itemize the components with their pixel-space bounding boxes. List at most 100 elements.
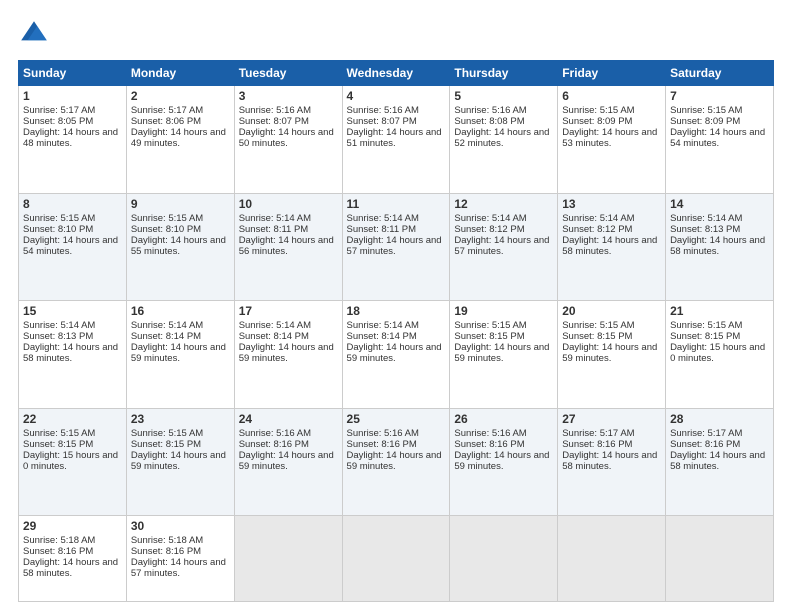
calendar-cell: 22 Sunrise: 5:15 AMSunset: 8:15 PMDayligh…: [19, 408, 127, 516]
day-number: 13: [562, 197, 661, 211]
day-info: Sunrise: 5:16 AMSunset: 8:08 PMDaylight:…: [454, 105, 549, 149]
calendar-cell: 15 Sunrise: 5:14 AMSunset: 8:13 PMDayligh…: [19, 301, 127, 409]
calendar-cell: 24 Sunrise: 5:16 AMSunset: 8:16 PMDayligh…: [234, 408, 342, 516]
day-number: 24: [239, 412, 338, 426]
calendar-cell: 7 Sunrise: 5:15 AMSunset: 8:09 PMDaylight…: [666, 86, 774, 194]
day-info: Sunrise: 5:15 AMSunset: 8:09 PMDaylight:…: [670, 105, 765, 149]
day-number: 3: [239, 89, 338, 103]
day-number: 1: [23, 89, 122, 103]
weekday-thursday: Thursday: [450, 61, 558, 86]
day-number: 29: [23, 519, 122, 533]
calendar-cell: 5 Sunrise: 5:16 AMSunset: 8:08 PMDaylight…: [450, 86, 558, 194]
calendar-cell: 4 Sunrise: 5:16 AMSunset: 8:07 PMDaylight…: [342, 86, 450, 194]
calendar-cell: [450, 516, 558, 602]
day-number: 7: [670, 89, 769, 103]
day-info: Sunrise: 5:15 AMSunset: 8:10 PMDaylight:…: [131, 213, 226, 257]
day-info: Sunrise: 5:17 AMSunset: 8:05 PMDaylight:…: [23, 105, 118, 149]
calendar-cell: [558, 516, 666, 602]
day-info: Sunrise: 5:14 AMSunset: 8:11 PMDaylight:…: [347, 213, 442, 257]
day-info: Sunrise: 5:14 AMSunset: 8:13 PMDaylight:…: [23, 320, 118, 364]
day-number: 5: [454, 89, 553, 103]
day-info: Sunrise: 5:14 AMSunset: 8:11 PMDaylight:…: [239, 213, 334, 257]
day-info: Sunrise: 5:17 AMSunset: 8:16 PMDaylight:…: [670, 428, 765, 472]
calendar-cell: 1 Sunrise: 5:17 AMSunset: 8:05 PMDaylight…: [19, 86, 127, 194]
day-number: 14: [670, 197, 769, 211]
calendar-cell: 11 Sunrise: 5:14 AMSunset: 8:11 PMDayligh…: [342, 193, 450, 301]
week-row-4: 22 Sunrise: 5:15 AMSunset: 8:15 PMDayligh…: [19, 408, 774, 516]
day-info: Sunrise: 5:15 AMSunset: 8:15 PMDaylight:…: [562, 320, 657, 364]
day-info: Sunrise: 5:14 AMSunset: 8:12 PMDaylight:…: [454, 213, 549, 257]
calendar-cell: 14 Sunrise: 5:14 AMSunset: 8:13 PMDayligh…: [666, 193, 774, 301]
day-info: Sunrise: 5:15 AMSunset: 8:15 PMDaylight:…: [131, 428, 226, 472]
day-number: 20: [562, 304, 661, 318]
calendar-cell: 20 Sunrise: 5:15 AMSunset: 8:15 PMDayligh…: [558, 301, 666, 409]
day-info: Sunrise: 5:15 AMSunset: 8:15 PMDaylight:…: [670, 320, 765, 364]
weekday-tuesday: Tuesday: [234, 61, 342, 86]
day-number: 9: [131, 197, 230, 211]
calendar-cell: 30 Sunrise: 5:18 AMSunset: 8:16 PMDayligh…: [126, 516, 234, 602]
calendar-cell: 9 Sunrise: 5:15 AMSunset: 8:10 PMDaylight…: [126, 193, 234, 301]
day-info: Sunrise: 5:14 AMSunset: 8:13 PMDaylight:…: [670, 213, 765, 257]
weekday-monday: Monday: [126, 61, 234, 86]
day-info: Sunrise: 5:15 AMSunset: 8:15 PMDaylight:…: [23, 428, 118, 472]
calendar-cell: [666, 516, 774, 602]
weekday-wednesday: Wednesday: [342, 61, 450, 86]
calendar-cell: 8 Sunrise: 5:15 AMSunset: 8:10 PMDaylight…: [19, 193, 127, 301]
day-number: 21: [670, 304, 769, 318]
day-number: 17: [239, 304, 338, 318]
day-info: Sunrise: 5:16 AMSunset: 8:07 PMDaylight:…: [239, 105, 334, 149]
day-info: Sunrise: 5:15 AMSunset: 8:15 PMDaylight:…: [454, 320, 549, 364]
calendar-cell: 12 Sunrise: 5:14 AMSunset: 8:12 PMDayligh…: [450, 193, 558, 301]
week-row-1: 1 Sunrise: 5:17 AMSunset: 8:05 PMDaylight…: [19, 86, 774, 194]
day-info: Sunrise: 5:17 AMSunset: 8:06 PMDaylight:…: [131, 105, 226, 149]
calendar-cell: 18Sunrise: 5:14 AMSunset: 8:14 PMDayligh…: [342, 301, 450, 409]
day-number: 4: [347, 89, 446, 103]
weekday-friday: Friday: [558, 61, 666, 86]
day-number: 10: [239, 197, 338, 211]
weekday-saturday: Saturday: [666, 61, 774, 86]
day-number: 27: [562, 412, 661, 426]
weekday-header-row: SundayMondayTuesdayWednesdayThursdayFrid…: [19, 61, 774, 86]
day-number: 18: [347, 304, 446, 318]
day-info: Sunrise: 5:17 AMSunset: 8:16 PMDaylight:…: [562, 428, 657, 472]
page: SundayMondayTuesdayWednesdayThursdayFrid…: [0, 0, 792, 612]
day-number: 22: [23, 412, 122, 426]
calendar-cell: [342, 516, 450, 602]
calendar-cell: [234, 516, 342, 602]
day-number: 25: [347, 412, 446, 426]
day-number: 16: [131, 304, 230, 318]
calendar-cell: 26 Sunrise: 5:16 AMSunset: 8:16 PMDayligh…: [450, 408, 558, 516]
calendar-cell: 2Sunrise: 5:17 AMSunset: 8:06 PMDaylight…: [126, 86, 234, 194]
day-info: Sunrise: 5:14 AMSunset: 8:14 PMDaylight:…: [131, 320, 226, 364]
day-info: Sunrise: 5:16 AMSunset: 8:16 PMDaylight:…: [454, 428, 549, 472]
day-info: Sunrise: 5:15 AMSunset: 8:09 PMDaylight:…: [562, 105, 657, 149]
calendar-table: SundayMondayTuesdayWednesdayThursdayFrid…: [18, 60, 774, 602]
day-number: 26: [454, 412, 553, 426]
day-info: Sunrise: 5:16 AMSunset: 8:16 PMDaylight:…: [347, 428, 442, 472]
calendar-cell: 10 Sunrise: 5:14 AMSunset: 8:11 PMDayligh…: [234, 193, 342, 301]
calendar-cell: 27 Sunrise: 5:17 AMSunset: 8:16 PMDayligh…: [558, 408, 666, 516]
day-number: 11: [347, 197, 446, 211]
day-info: Sunrise: 5:16 AMSunset: 8:16 PMDaylight:…: [239, 428, 334, 472]
calendar-cell: 17 Sunrise: 5:14 AMSunset: 8:14 PMDayligh…: [234, 301, 342, 409]
logo: [18, 18, 54, 50]
day-number: 15: [23, 304, 122, 318]
day-info: Sunrise: 5:15 AMSunset: 8:10 PMDaylight:…: [23, 213, 118, 257]
calendar-cell: 29 Sunrise: 5:18 AMSunset: 8:16 PMDayligh…: [19, 516, 127, 602]
day-number: 8: [23, 197, 122, 211]
calendar-cell: 6 Sunrise: 5:15 AMSunset: 8:09 PMDaylight…: [558, 86, 666, 194]
day-info: Sunrise: 5:18 AMSunset: 8:16 PMDaylight:…: [23, 535, 118, 579]
day-info: Sunrise: 5:14 AMSunset: 8:14 PMDaylight:…: [239, 320, 334, 364]
day-number: 12: [454, 197, 553, 211]
day-info: Sunrise: 5:16 AMSunset: 8:07 PMDaylight:…: [347, 105, 442, 149]
week-row-3: 15 Sunrise: 5:14 AMSunset: 8:13 PMDayligh…: [19, 301, 774, 409]
calendar-cell: 25 Sunrise: 5:16 AMSunset: 8:16 PMDayligh…: [342, 408, 450, 516]
day-number: 28: [670, 412, 769, 426]
calendar-cell: 21 Sunrise: 5:15 AMSunset: 8:15 PMDayligh…: [666, 301, 774, 409]
day-info: Sunrise: 5:18 AMSunset: 8:16 PMDaylight:…: [131, 535, 226, 579]
calendar-cell: 23Sunrise: 5:15 AMSunset: 8:15 PMDayligh…: [126, 408, 234, 516]
logo-icon: [18, 18, 50, 50]
day-number: 6: [562, 89, 661, 103]
calendar-cell: 19Sunrise: 5:15 AMSunset: 8:15 PMDayligh…: [450, 301, 558, 409]
day-number: 30: [131, 519, 230, 533]
